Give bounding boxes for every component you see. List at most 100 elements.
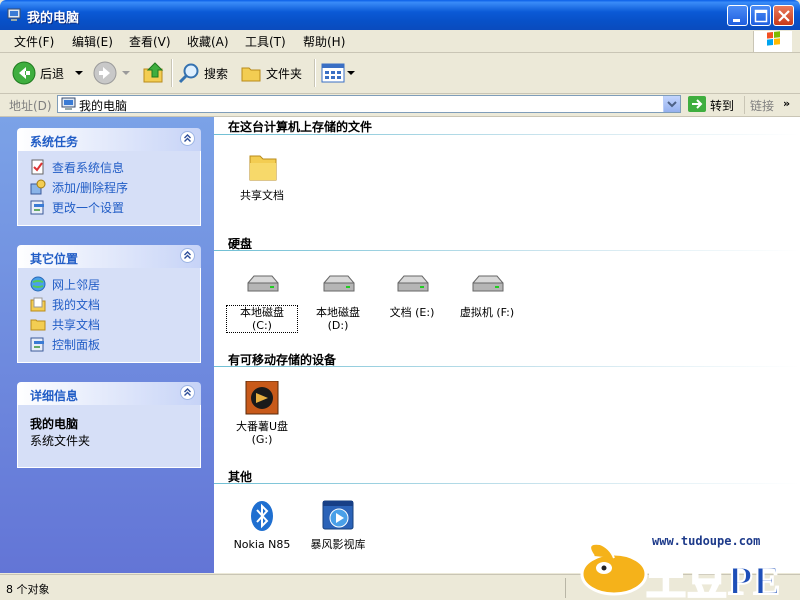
windows-logo	[753, 31, 792, 52]
item-label: 文档 (E:)	[389, 306, 435, 319]
place-label: 控制面板	[52, 337, 101, 352]
drive-c-item[interactable]: 本地磁盘 (C:)	[226, 267, 298, 333]
task-add-remove-programs[interactable]: 添加/删除程序	[30, 177, 200, 197]
collapse-icon[interactable]	[180, 131, 195, 146]
up-folder-button[interactable]	[142, 59, 166, 87]
my-documents-icon	[30, 297, 46, 312]
title-bar[interactable]: 我的电脑	[0, 0, 800, 30]
item-label: 虚拟机 (F:)	[459, 306, 515, 319]
section-divider	[214, 250, 800, 251]
bluetooth-icon	[251, 501, 273, 531]
hard-drive-icon	[397, 275, 429, 292]
search-button[interactable]: 搜索	[178, 59, 228, 87]
menu-help[interactable]: 帮助(H)	[303, 33, 345, 50]
drive-f-item[interactable]: 虚拟机 (F:)	[452, 267, 522, 319]
section-divider	[214, 134, 800, 135]
address-bar: 地址(D) 我的电脑 转到 链接 »	[0, 94, 800, 117]
nokia-n85-item[interactable]: Nokia N85	[227, 499, 297, 551]
menu-favorites[interactable]: 收藏(A)	[187, 33, 229, 50]
views-button[interactable]	[321, 59, 355, 87]
system-tasks-title: 系统任务	[30, 135, 79, 149]
potato-mascot-icon	[580, 542, 648, 596]
drive-d-item[interactable]: 本地磁盘 (D:)	[303, 267, 373, 332]
minimize-icon	[733, 19, 740, 22]
folder-icon	[30, 319, 46, 331]
menu-file[interactable]: 文件(F)	[14, 33, 54, 50]
address-input[interactable]: 我的电脑	[57, 95, 681, 113]
shared-documents-item[interactable]: 共享文档	[227, 150, 297, 202]
other-places-header[interactable]: 其它位置	[17, 245, 201, 268]
section-divider	[214, 483, 800, 484]
links-chevron-icon[interactable]: »	[783, 97, 790, 110]
details-name: 我的电脑	[30, 417, 79, 431]
system-info-icon	[31, 159, 44, 175]
window-title: 我的电脑	[27, 11, 80, 26]
toolbar: 后退 搜索 文件夹	[0, 53, 800, 94]
menu-edit[interactable]: 编辑(E)	[72, 33, 113, 50]
go-arrow-icon[interactable]	[688, 96, 706, 112]
menu-view[interactable]: 查看(V)	[129, 33, 171, 50]
chevron-down-icon[interactable]	[121, 68, 131, 78]
drive-e-item[interactable]: 文档 (E:)	[377, 267, 447, 319]
place-control-panel[interactable]: 控制面板	[30, 334, 200, 354]
task-label: 更改一个设置	[52, 200, 125, 215]
task-view-system-info[interactable]: 查看系统信息	[30, 157, 200, 177]
folders-button[interactable]: 文件夹	[240, 59, 302, 87]
folders-label: 文件夹	[266, 66, 303, 81]
task-change-setting[interactable]: 更改一个设置	[30, 197, 200, 217]
network-globe-icon	[30, 276, 46, 292]
search-icon	[178, 63, 199, 84]
media-library-icon	[322, 500, 354, 530]
toolbar-separator	[171, 59, 173, 87]
menu-bar: 文件(F) 编辑(E) 查看(V) 收藏(A) 工具(T) 帮助(H)	[0, 30, 800, 53]
maximize-icon	[754, 9, 768, 23]
system-tasks-header[interactable]: 系统任务	[17, 128, 201, 151]
chevron-down-icon	[667, 101, 677, 108]
chevron-down-icon[interactable]	[347, 68, 355, 78]
address-value: 我的电脑	[79, 99, 128, 113]
close-icon	[778, 10, 790, 22]
item-label: 共享文档	[240, 189, 284, 202]
collapse-icon[interactable]	[180, 248, 195, 263]
folder-icon	[249, 155, 277, 181]
close-button[interactable]	[773, 5, 794, 26]
chevron-down-icon[interactable]	[74, 68, 84, 78]
up-folder-icon	[143, 62, 164, 83]
watermark: www.tudoupe.com 土豆PE	[566, 534, 800, 600]
back-button[interactable]: 后退	[12, 59, 84, 87]
menu-tools[interactable]: 工具(T)	[245, 33, 286, 50]
address-dropdown[interactable]	[663, 96, 680, 112]
details-title: 详细信息	[30, 389, 79, 403]
watermark-url: www.tudoupe.com	[652, 534, 761, 548]
system-tasks-body: 查看系统信息 添加/删除程序 更改一个设置	[17, 151, 201, 226]
place-my-documents[interactable]: 我的文档	[30, 294, 200, 314]
other-places-panel: 其它位置 网上邻居 我的文档 共享文档 控制面板	[17, 245, 201, 363]
usb-drive-g-item[interactable]: 大番薯U盘 (G:)	[227, 380, 297, 446]
place-shared-documents[interactable]: 共享文档	[30, 314, 200, 334]
status-text: 8 个对象	[6, 583, 50, 596]
hard-drive-icon	[247, 275, 279, 292]
other-places-title: 其它位置	[30, 252, 79, 266]
section-header-stored-files: 在这台计算机上存储的文件	[228, 120, 373, 134]
minimize-button[interactable]	[727, 5, 748, 26]
details-header[interactable]: 详细信息	[17, 382, 201, 405]
section-divider	[214, 366, 800, 367]
forward-button[interactable]	[93, 59, 131, 87]
toolbar-separator	[314, 59, 316, 87]
hard-drive-icon	[472, 275, 504, 292]
hard-drive-icon	[323, 275, 355, 292]
collapse-icon[interactable]	[180, 385, 195, 400]
item-label: 本地磁盘 (C:)	[226, 305, 298, 333]
place-network[interactable]: 网上邻居	[30, 274, 200, 294]
other-places-body: 网上邻居 我的文档 共享文档 控制面板	[17, 268, 201, 363]
links-label[interactable]: 链接	[750, 97, 774, 114]
control-panel-icon	[30, 337, 44, 352]
search-label: 搜索	[204, 66, 229, 81]
usb-drive-icon	[245, 380, 279, 415]
baofeng-media-library-item[interactable]: 暴风影视库	[303, 499, 373, 551]
task-label: 查看系统信息	[52, 160, 125, 175]
folder-icon	[241, 67, 261, 82]
place-label: 我的文档	[52, 297, 101, 312]
go-button[interactable]: 转到	[710, 97, 734, 114]
maximize-button[interactable]	[750, 5, 771, 26]
